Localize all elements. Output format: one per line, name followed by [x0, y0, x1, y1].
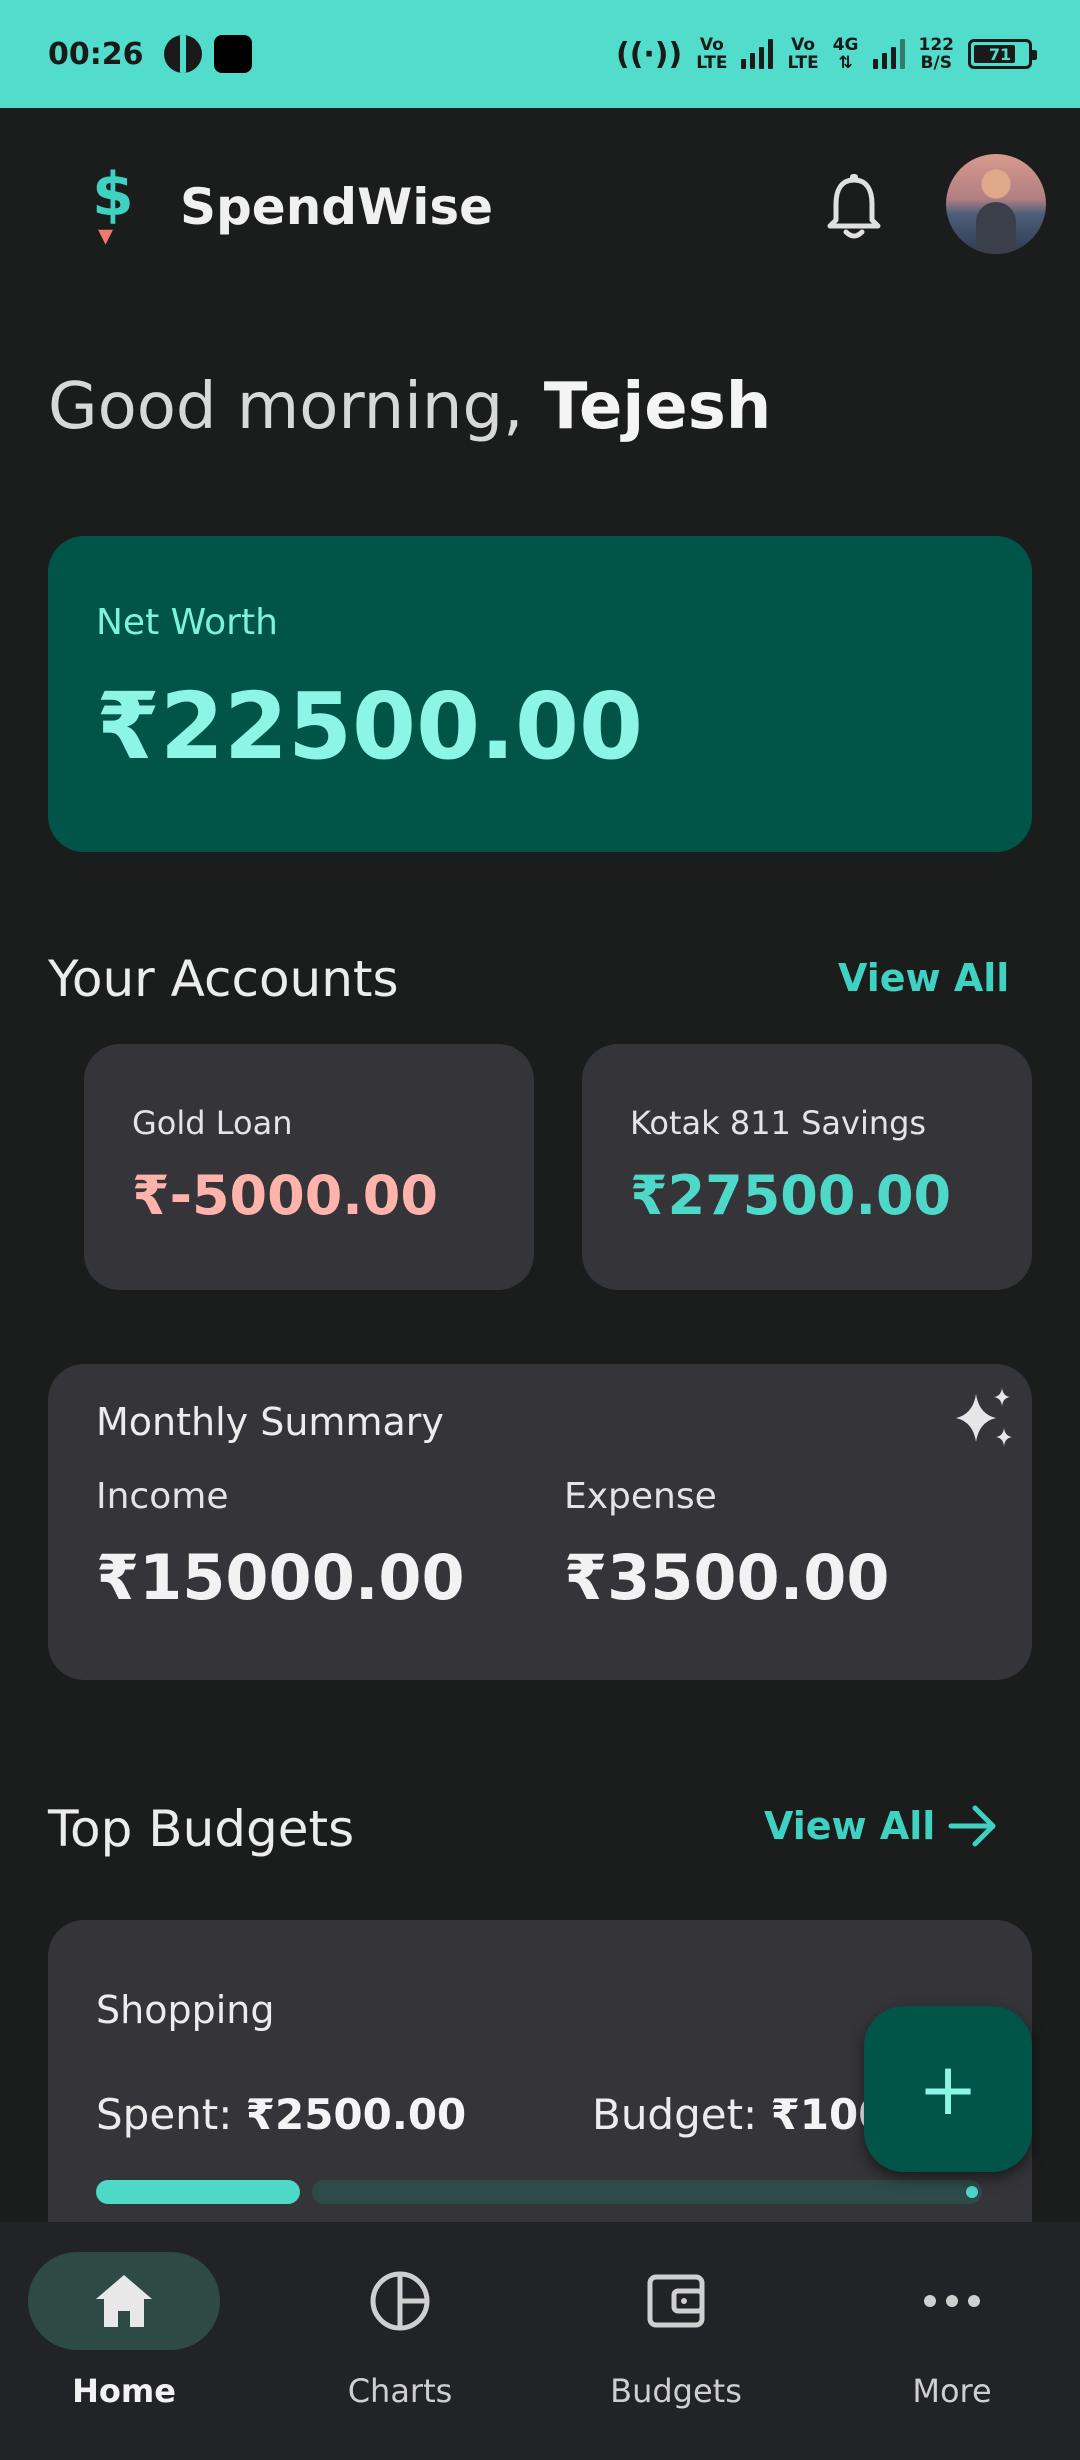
account-balance: ₹-5000.00: [132, 1164, 438, 1227]
spent-value: ₹2500.00: [245, 2090, 467, 2139]
network-speed: 122 B/S: [918, 35, 955, 73]
progress-end-dot: [966, 2186, 978, 2198]
view-all-label: View All: [764, 1804, 936, 1848]
budget-progress-bar: [96, 2180, 982, 2204]
expense-value: ₹3500.00: [564, 1541, 890, 1614]
signal-icon: [872, 39, 905, 69]
logo-arrow-icon: ▾: [98, 218, 114, 253]
app-bar: $ ▾ SpendWise: [0, 140, 1080, 280]
wallet-icon: [647, 2274, 705, 2328]
budget-label: Budget:: [592, 2090, 771, 2139]
accounts-section-title: Your Accounts: [48, 950, 399, 1008]
monthly-summary-title: Monthly Summary: [96, 1400, 444, 1444]
more-horizontal-icon: [924, 2295, 980, 2307]
signal-icon: [741, 39, 774, 69]
income-value: ₹15000.00: [96, 1541, 465, 1614]
nav-item-more[interactable]: More: [842, 2252, 1062, 2432]
battery-icon: 71: [968, 39, 1037, 69]
account-card[interactable]: Gold Loan ₹-5000.00: [84, 1044, 534, 1290]
account-card[interactable]: Kotak 811 Savings ₹27500.00: [582, 1044, 1032, 1290]
budgets-section-title: Top Budgets: [48, 1800, 355, 1858]
account-name: Kotak 811 Savings: [630, 1104, 927, 1142]
profile-avatar[interactable]: [946, 154, 1046, 254]
greeting: Good morning, Tejesh: [48, 370, 771, 444]
nav-pill: [856, 2252, 1048, 2350]
nav-label: More: [912, 2372, 992, 2410]
greeting-name: Tejesh: [543, 370, 772, 444]
nav-pill: [28, 2252, 220, 2350]
spent-label: Spent:: [96, 2090, 246, 2139]
progress-fill: [96, 2180, 300, 2204]
income-label: Income: [96, 1476, 229, 1517]
hotspot-icon: ((·)): [615, 36, 683, 72]
budget-name: Shopping: [96, 1988, 275, 2032]
notification-bell-icon[interactable]: [824, 172, 884, 242]
net-worth-value: ₹22500.00: [96, 673, 644, 780]
nav-label: Budgets: [610, 2372, 742, 2410]
greeting-prefix: Good morning,: [48, 370, 544, 444]
nav-pill: [304, 2252, 496, 2350]
nav-label: Charts: [347, 2372, 453, 2410]
nav-pill: [580, 2252, 772, 2350]
network-type: 4G ⇅: [832, 35, 859, 73]
status-bar: 00:26 ((·)) Vo LTE Vo LTE 4G ⇅ 122 B/S 71: [0, 0, 1080, 108]
volte-label: Vo LTE: [787, 35, 819, 73]
notification-app-icon: [213, 35, 252, 73]
budget-spent: Spent: ₹2500.00: [96, 2090, 466, 2139]
status-time: 00:26: [48, 36, 144, 72]
nav-item-budgets[interactable]: Budgets: [566, 2252, 786, 2432]
plus-icon: +: [917, 2047, 979, 2131]
nav-item-home[interactable]: Home: [14, 2252, 234, 2432]
net-worth-label: Net Worth: [96, 602, 278, 643]
net-worth-card[interactable]: Net Worth ₹22500.00: [48, 536, 1032, 852]
income-section: Income ₹15000.00: [96, 1476, 465, 1614]
app-title: SpendWise: [180, 178, 494, 236]
expense-label: Expense: [564, 1476, 717, 1517]
notification-app-icon: [163, 35, 202, 73]
monthly-summary-card[interactable]: Monthly Summary Income ₹15000.00 Expense…: [48, 1364, 1032, 1680]
screen: 00:26 ((·)) Vo LTE Vo LTE 4G ⇅ 122 B/S 71 $ …: [0, 0, 1080, 2460]
home-icon: [96, 2275, 152, 2327]
sparkle-icon[interactable]: [948, 1384, 1018, 1454]
account-balance: ₹27500.00: [630, 1164, 952, 1227]
pie-chart-icon: [370, 2271, 430, 2331]
progress-track: [312, 2180, 982, 2204]
bottom-navigation: Home Charts Budgets More: [0, 2222, 1080, 2460]
accounts-view-all-link[interactable]: View All: [838, 956, 1009, 1000]
battery-percent: 71: [988, 44, 1012, 64]
arrow-right-icon: [948, 1805, 996, 1847]
volte-label: Vo LTE: [696, 35, 728, 73]
nav-item-charts[interactable]: Charts: [290, 2252, 510, 2432]
nav-label: Home: [72, 2372, 176, 2410]
budgets-view-all-link[interactable]: View All: [764, 1804, 999, 1848]
view-all-label: View All: [838, 956, 1010, 1000]
account-name: Gold Loan: [132, 1104, 293, 1142]
status-icons: ((·)) Vo LTE Vo LTE 4G ⇅ 122 B/S 71: [615, 35, 1037, 73]
expense-section: Expense ₹3500.00: [564, 1476, 890, 1614]
add-transaction-button[interactable]: +: [864, 2006, 1032, 2172]
